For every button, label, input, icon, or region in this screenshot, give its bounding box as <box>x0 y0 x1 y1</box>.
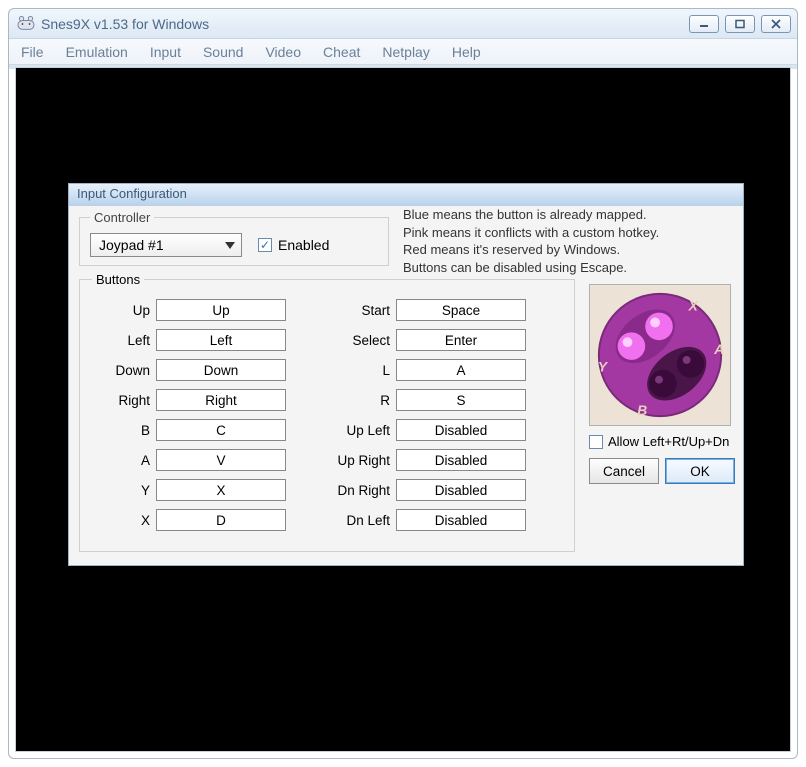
buttons-legend: Buttons <box>92 272 144 287</box>
menu-netplay[interactable]: Netplay <box>380 42 431 62</box>
map-input-right[interactable]: Right <box>156 389 286 411</box>
enabled-label: Enabled <box>278 237 329 253</box>
map-row-dnleft: Dn LeftDisabled <box>322 509 526 531</box>
map-row-left: LeftLeft <box>92 329 286 351</box>
map-input-dnleft[interactable]: Disabled <box>396 509 526 531</box>
menu-file[interactable]: File <box>19 42 46 62</box>
map-row-select: SelectEnter <box>322 329 526 351</box>
controller-button-diagram: X A B Y <box>589 284 731 426</box>
allow-diagonal-label: Allow Left+Rt/Up+Dn <box>608 434 729 449</box>
window-title: Snes9X v1.53 for Windows <box>41 16 689 32</box>
menu-help[interactable]: Help <box>450 42 483 62</box>
dialog-title: Input Configuration <box>69 184 743 206</box>
enabled-checkbox-wrap[interactable]: Enabled <box>258 237 329 253</box>
map-row-upright: Up RightDisabled <box>322 449 526 471</box>
map-row-dnright: Dn RightDisabled <box>322 479 526 501</box>
window-controls <box>689 15 791 33</box>
svg-text:B: B <box>637 403 647 418</box>
map-row-start: StartSpace <box>322 299 526 321</box>
buttons-right-column: StartSpace SelectEnter LA RS Up LeftDisa… <box>322 299 526 531</box>
info-text: Blue means the button is already mapped.… <box>403 206 733 276</box>
menu-input[interactable]: Input <box>148 42 183 62</box>
map-input-x[interactable]: D <box>156 509 286 531</box>
info-line: Pink means it conflicts with a custom ho… <box>403 224 733 242</box>
map-input-upleft[interactable]: Disabled <box>396 419 526 441</box>
map-input-start[interactable]: Space <box>396 299 526 321</box>
map-input-a[interactable]: V <box>156 449 286 471</box>
menu-sound[interactable]: Sound <box>201 42 245 62</box>
menu-emulation[interactable]: Emulation <box>64 42 130 62</box>
ok-button[interactable]: OK <box>665 458 735 484</box>
map-input-up[interactable]: Up <box>156 299 286 321</box>
dialog-buttons: Cancel OK <box>589 458 735 484</box>
svg-text:A: A <box>713 342 724 357</box>
svg-text:X: X <box>688 299 699 314</box>
controller-legend: Controller <box>90 210 154 225</box>
map-row-up: UpUp <box>92 299 286 321</box>
buttons-group: Buttons UpUp LeftLeft DownDown RightRigh… <box>79 272 575 552</box>
close-button[interactable] <box>761 15 791 33</box>
map-row-down: DownDown <box>92 359 286 381</box>
menubar: File Emulation Input Sound Video Cheat N… <box>9 39 797 65</box>
map-row-right: RightRight <box>92 389 286 411</box>
map-input-l[interactable]: A <box>396 359 526 381</box>
buttons-left-column: UpUp LeftLeft DownDown RightRight BC AV … <box>92 299 286 531</box>
allow-diagonal-checkbox[interactable] <box>589 435 603 449</box>
enabled-checkbox[interactable] <box>258 238 272 252</box>
map-row-upleft: Up LeftDisabled <box>322 419 526 441</box>
map-input-upright[interactable]: Disabled <box>396 449 526 471</box>
allow-diagonal-wrap[interactable]: Allow Left+Rt/Up+Dn <box>589 434 729 449</box>
minimize-button[interactable] <box>689 15 719 33</box>
cancel-button[interactable]: Cancel <box>589 458 659 484</box>
map-input-down[interactable]: Down <box>156 359 286 381</box>
info-line: Blue means the button is already mapped. <box>403 206 733 224</box>
titlebar[interactable]: Snes9X v1.53 for Windows <box>9 9 797 39</box>
map-input-left[interactable]: Left <box>156 329 286 351</box>
map-input-dnright[interactable]: Disabled <box>396 479 526 501</box>
controller-select-value: Joypad #1 <box>99 237 164 253</box>
info-line: Red means it's reserved by Windows. <box>403 241 733 259</box>
maximize-button[interactable] <box>725 15 755 33</box>
map-input-y[interactable]: X <box>156 479 286 501</box>
map-row-b: BC <box>92 419 286 441</box>
controller-group: Controller Joypad #1 Enabled <box>79 210 389 266</box>
menu-video[interactable]: Video <box>263 42 303 62</box>
map-input-b[interactable]: C <box>156 419 286 441</box>
map-row-r: RS <box>322 389 526 411</box>
menu-cheat[interactable]: Cheat <box>321 42 362 62</box>
map-row-y: YX <box>92 479 286 501</box>
map-row-l: LA <box>322 359 526 381</box>
map-input-select[interactable]: Enter <box>396 329 526 351</box>
client-area: Input Configuration Controller Joypad #1… <box>15 67 791 752</box>
chevron-down-icon <box>225 242 235 249</box>
controller-select[interactable]: Joypad #1 <box>90 233 242 257</box>
map-row-x: XD <box>92 509 286 531</box>
map-input-r[interactable]: S <box>396 389 526 411</box>
app-icon <box>17 16 35 32</box>
main-window: Snes9X v1.53 for Windows File Emulation … <box>8 8 798 759</box>
input-config-dialog: Input Configuration Controller Joypad #1… <box>68 183 744 566</box>
map-row-a: AV <box>92 449 286 471</box>
